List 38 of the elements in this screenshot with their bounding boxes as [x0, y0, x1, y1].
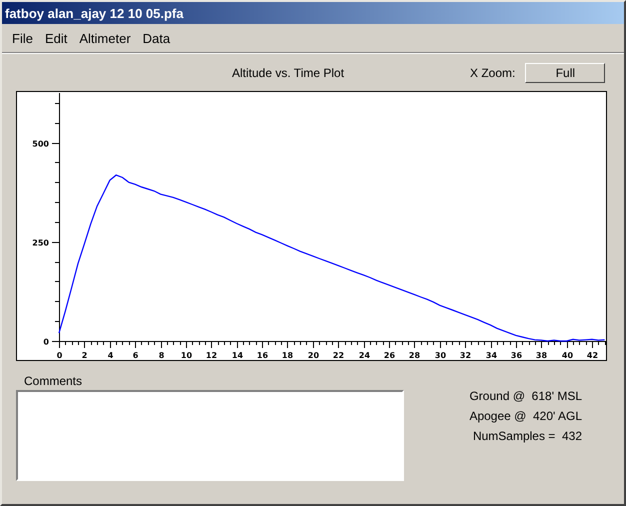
- window-title: fatboy alan_ajay 12 10 05.pfa: [5, 6, 184, 20]
- stat-text: Ground @ 618' MSL: [469, 388, 582, 405]
- comments-label: Comments: [23, 374, 84, 390]
- zoom-label: X Zoom:: [470, 66, 516, 80]
- stat-text: NumSamples = 432: [472, 428, 582, 445]
- tick-label: 0: [43, 338, 49, 346]
- tick-label: 28: [408, 351, 420, 360]
- tick-label: 24: [358, 351, 370, 360]
- tick-label: 42: [586, 351, 598, 360]
- stat-text: Apogee @ 420' AGL: [469, 408, 582, 425]
- menu-item[interactable]: Altimeter: [73, 29, 137, 48]
- tick-label: 22: [332, 351, 344, 360]
- menu-item[interactable]: Data: [136, 29, 176, 48]
- tick-label: 14: [232, 351, 244, 360]
- tick-label: 38: [536, 351, 548, 360]
- tick-label: 500: [32, 140, 49, 148]
- tick-label: 20: [308, 351, 320, 360]
- tick-label: 40: [562, 351, 574, 360]
- plot-title: Altitude vs. Time Plot: [232, 66, 346, 80]
- menu-item[interactable]: File: [6, 29, 39, 48]
- tick-label: 2: [82, 351, 88, 360]
- tick-label: 12: [206, 351, 218, 360]
- tick-label: 18: [282, 351, 294, 360]
- tick-label: 8: [158, 351, 164, 360]
- tick-label: 6: [132, 351, 138, 360]
- tick-label: 34: [486, 351, 498, 360]
- tick-label: 26: [384, 351, 396, 360]
- tick-label: 32: [460, 351, 472, 360]
- tick-label: 4: [108, 351, 114, 360]
- tick-label: 250: [32, 238, 49, 248]
- tick-label: 0: [56, 351, 62, 360]
- zoom-button[interactable]: Full: [525, 63, 606, 83]
- menu-item[interactable]: Edit: [38, 29, 74, 48]
- comments-field[interactable]: [16, 390, 404, 481]
- tick-label: 10: [180, 351, 192, 360]
- tick-label: 16: [256, 351, 268, 360]
- tick-label: 36: [510, 351, 522, 360]
- tick-label: 30: [434, 351, 446, 360]
